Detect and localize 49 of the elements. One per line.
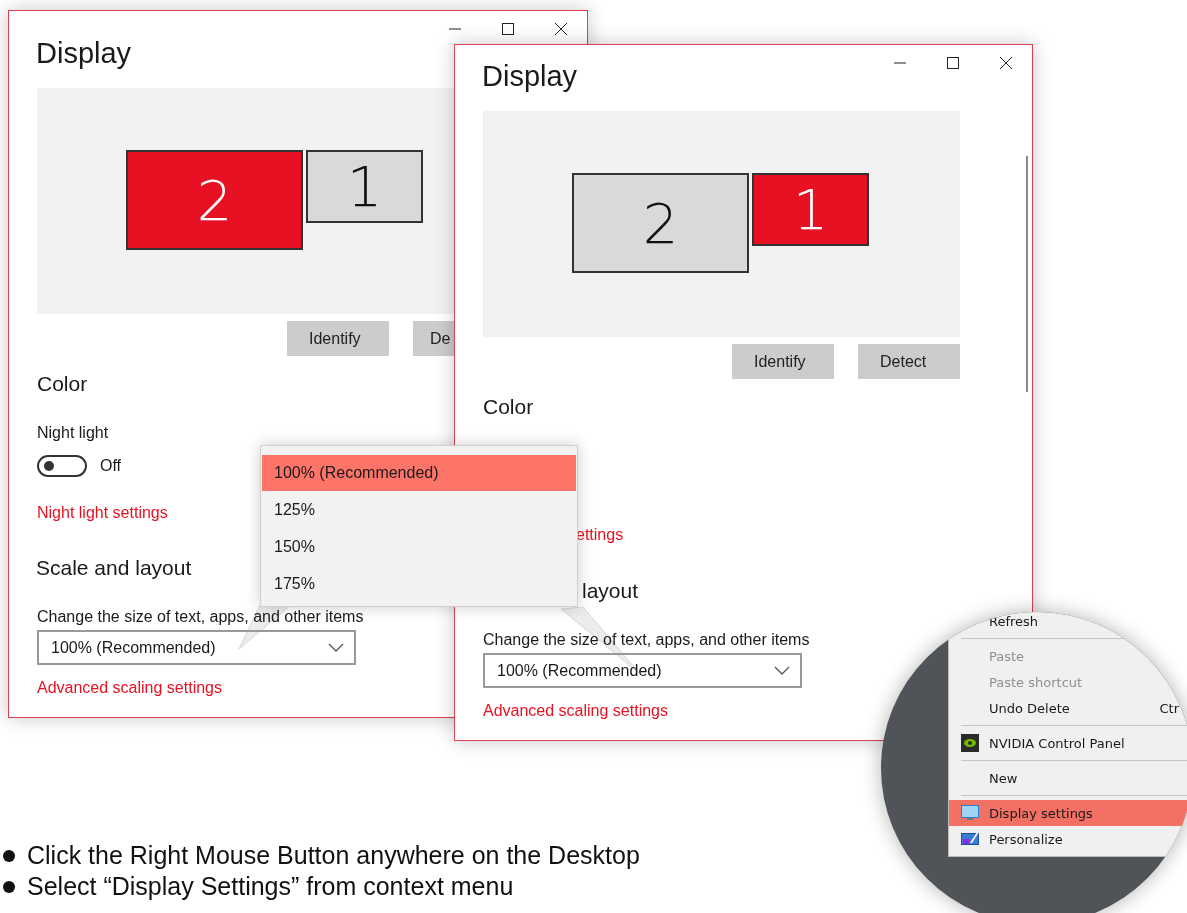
monitor-action-button[interactable]: Detect [858,344,960,379]
dropdown-option[interactable]: 150% [262,529,576,565]
maximize-icon [946,57,959,69]
toggle-switch[interactable] [37,455,87,477]
menu-item[interactable]: New [949,765,1187,791]
bullet-icon [3,880,15,893]
instruction-text: Click the Right Mouse Button anywhere on the Desktop [27,841,640,870]
monitor-tile[interactable]: 2 [572,173,749,273]
menu-item[interactable]: Refresh [949,612,1187,634]
window-title: Display [36,36,132,71]
scale-dropdown[interactable]: 100% (Recommended) [37,630,356,665]
section-heading: Color [483,394,534,420]
toggle-state: Off [100,457,122,475]
section-heading: Color [37,371,88,397]
dropdown-option[interactable]: 175% [262,566,576,602]
menu-item[interactable]: NVIDIA Control Panel [949,730,1187,756]
menu-item[interactable]: Personalize [949,826,1187,852]
night-light-settings-link[interactable]: ettings [576,526,624,543]
setting-label: Change the size of text, apps, and other items [483,630,810,650]
scrollbar[interactable] [1026,156,1028,392]
setting-label: Night light [37,423,109,443]
menu-item[interactable]: Undo Delete Ctr [949,695,1187,721]
window-title: Display [482,59,578,94]
scale-dropdown[interactable]: 100% (Recommended) [483,653,802,688]
dropdown-option[interactable]: 125% [262,492,576,528]
section-heading: layout [582,578,639,604]
close-icon [554,23,567,35]
menu-item[interactable]: Display settings [949,800,1187,826]
maximize-icon [501,23,514,35]
advanced-scaling-link[interactable]: Advanced scaling settings [37,679,222,696]
monitor-action-button[interactable]: Identify [732,344,834,379]
bullet-icon [3,849,15,862]
monitor-tile[interactable]: 1 [306,150,423,223]
setting-label: Change the size of text, apps, and other items [37,607,364,627]
monitor-action-button[interactable]: De [413,321,454,356]
chevron-down-icon [328,642,344,653]
chevron-down-icon [774,665,790,676]
monitor-tile[interactable]: 2 [126,150,303,250]
instruction-text: Select “Display Settings” from context menu [27,872,514,901]
monitor-action-button[interactable]: Identify [287,321,389,356]
close-icon [999,57,1012,69]
monitor-icon [961,805,979,821]
eye-logo-icon [961,734,979,752]
advanced-scaling-link[interactable]: Advanced scaling settings [483,702,668,719]
night-light-settings-link[interactable]: Night light settings [37,504,168,521]
paint-monitor-icon [961,831,979,847]
section-heading: Scale and layout [36,555,192,581]
monitor-tile[interactable]: 1 [752,173,869,246]
dropdown-option[interactable]: 100% (Recommended) [262,455,576,491]
